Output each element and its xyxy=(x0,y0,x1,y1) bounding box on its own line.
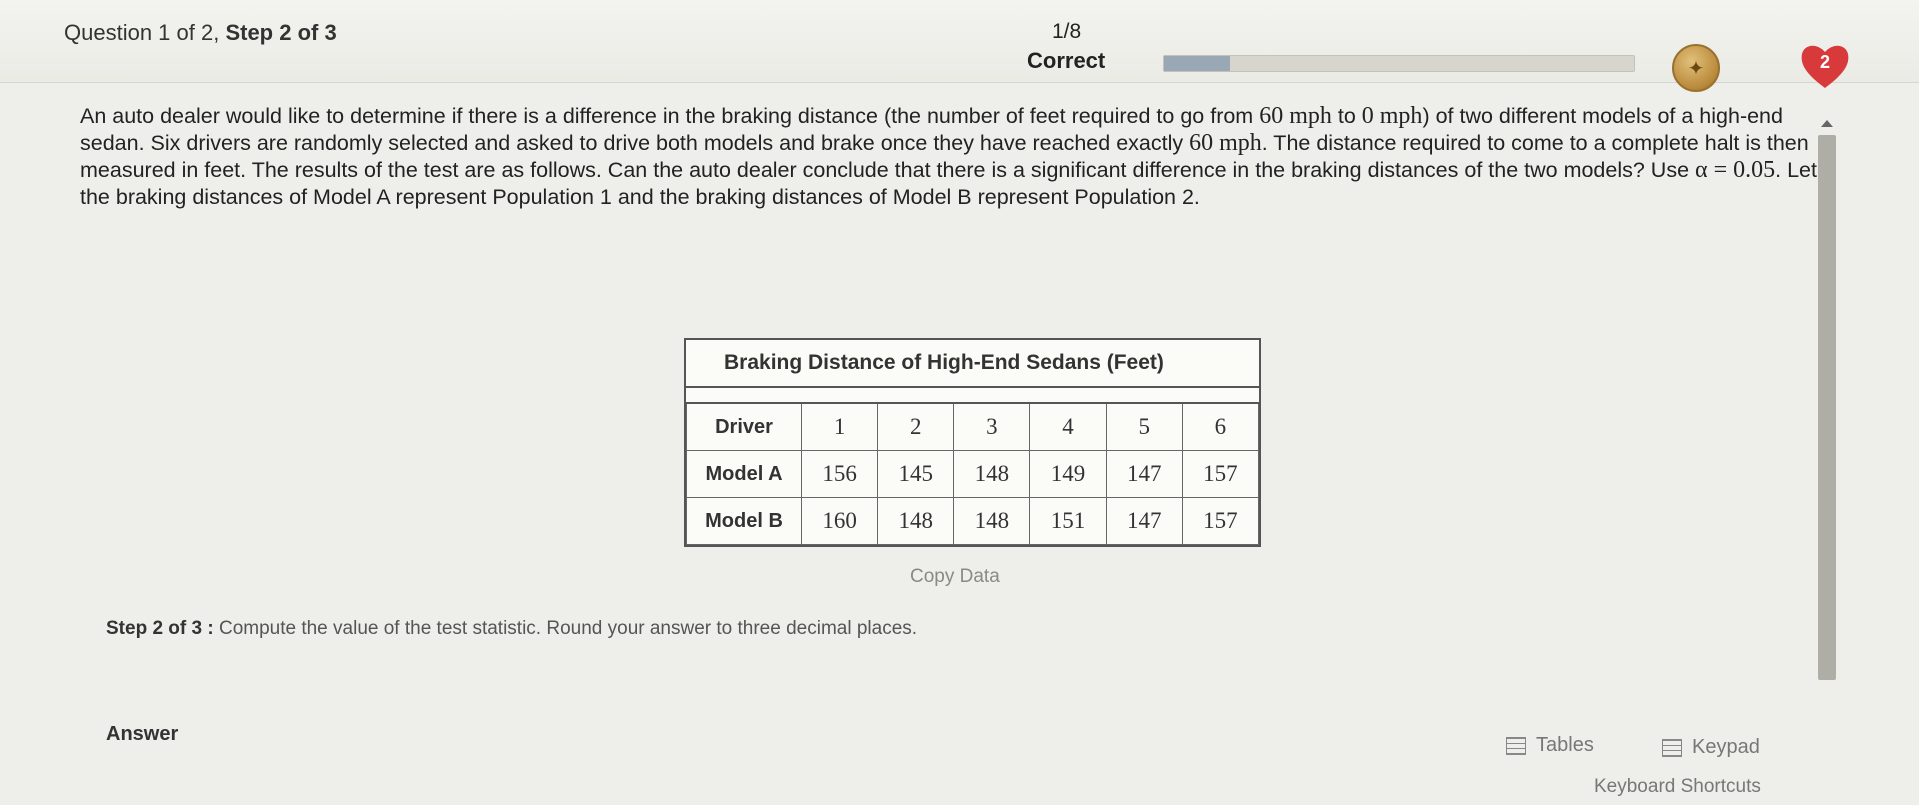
math-60mph: 60 mph xyxy=(1259,103,1332,129)
step-indicator: Step 2 of 3 xyxy=(225,20,337,45)
question-indicator: Question 1 of 2, Step 2 of 3 xyxy=(64,20,337,46)
step-label: Step 2 of 3 : xyxy=(106,618,214,639)
model-b-cell: 148 xyxy=(877,497,955,545)
heart-count: 2 xyxy=(1819,51,1830,72)
driver-cell: 5 xyxy=(1105,402,1183,451)
progress-status: Correct xyxy=(1027,48,1106,73)
progress-bar-fill xyxy=(1164,56,1230,71)
table-row-model-a: Model A 156 145 148 149 147 157 xyxy=(686,450,1260,498)
model-a-cell: 145 xyxy=(877,450,955,498)
keypad-label: Keypad xyxy=(1692,736,1760,758)
model-a-cell: 156 xyxy=(800,450,879,498)
data-table: Driver 1 2 3 4 5 6 Model A 156 145 148 1… xyxy=(686,402,1260,545)
model-b-cell: 157 xyxy=(1181,497,1260,545)
table-icon xyxy=(1506,736,1526,755)
table-row-model-b: Model B 160 148 148 151 147 157 xyxy=(686,497,1260,545)
driver-cell: 1 xyxy=(800,402,879,451)
question-prefix: Question 1 of 2, xyxy=(64,20,226,45)
model-b-cell: 151 xyxy=(1029,497,1107,545)
math-0mph: 0 mph xyxy=(1361,103,1423,129)
model-a-cell: 149 xyxy=(1029,450,1107,498)
step-text: Compute the value of the test statistic.… xyxy=(213,618,918,639)
math-alpha: α = 0.05 xyxy=(1695,157,1776,183)
progress-bar xyxy=(1163,55,1635,72)
keyboard-shortcuts-link[interactable]: Keyboard Shortcuts xyxy=(1594,776,1761,798)
answer-label: Answer xyxy=(106,723,179,745)
tables-label: Tables xyxy=(1536,734,1594,756)
driver-cell: 6 xyxy=(1181,402,1260,451)
model-b-cell: 160 xyxy=(800,497,879,545)
scrollbar-thumb[interactable] xyxy=(1818,135,1836,680)
tables-button[interactable]: Tables xyxy=(1506,734,1594,757)
driver-cell: 3 xyxy=(953,402,1031,451)
model-b-cell: 147 xyxy=(1105,497,1183,545)
question-text: An auto dealer would like to determine i… xyxy=(80,103,1820,211)
scroll-up-arrow-icon[interactable] xyxy=(1821,120,1833,127)
driver-cell: 2 xyxy=(877,402,955,451)
row-header-model-b: Model B xyxy=(686,497,802,545)
question-part-2: to xyxy=(1331,104,1362,128)
progress-count: 1/8 xyxy=(1052,20,1082,43)
copy-data-link[interactable]: Copy Data xyxy=(910,566,1000,588)
model-a-cell: 147 xyxy=(1105,450,1183,498)
heart-counter[interactable]: 2 xyxy=(1796,36,1854,94)
table-row-driver: Driver 1 2 3 4 5 6 xyxy=(686,402,1260,451)
row-header-driver: Driver xyxy=(686,402,802,451)
achievement-badge-icon[interactable]: ✦ xyxy=(1672,44,1720,92)
model-a-cell: 157 xyxy=(1181,450,1260,498)
model-a-cell: 148 xyxy=(953,450,1031,498)
keypad-icon xyxy=(1662,738,1682,757)
driver-cell: 4 xyxy=(1029,402,1107,451)
scrollbar[interactable] xyxy=(1816,120,1838,690)
braking-distance-table: Braking Distance of High-End Sedans (Fee… xyxy=(684,338,1261,547)
question-part-1: An auto dealer would like to determine i… xyxy=(80,104,1260,128)
row-header-model-a: Model A xyxy=(686,450,802,498)
top-bar: Question 1 of 2, Step 2 of 3 1/8 Correct… xyxy=(0,0,1919,92)
keypad-button[interactable]: Keypad xyxy=(1662,736,1760,759)
model-b-cell: 148 xyxy=(953,497,1031,545)
table-title: Braking Distance of High-End Sedans (Fee… xyxy=(686,340,1259,388)
step-instruction: Step 2 of 3 : Compute the value of the t… xyxy=(106,618,917,640)
math-60mph-2: 60 mph xyxy=(1189,130,1262,156)
